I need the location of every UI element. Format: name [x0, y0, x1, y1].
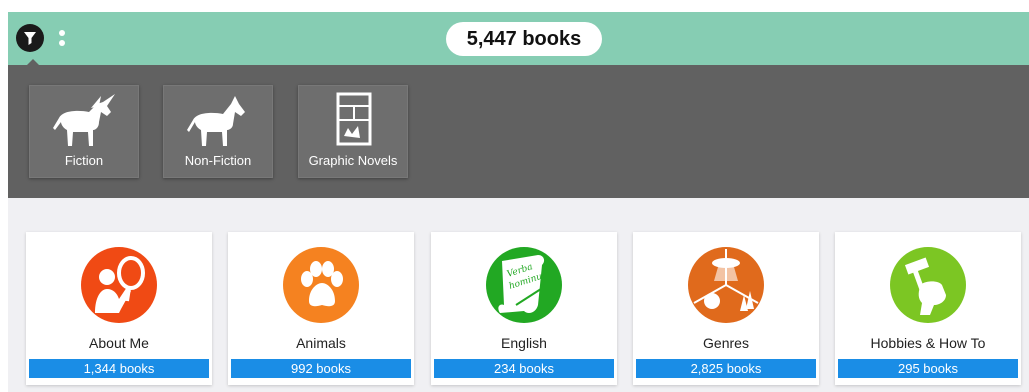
collection-english[interactable]: Verba hominum English 234 books: [431, 232, 617, 385]
genres-badge: [688, 247, 764, 323]
category-graphic-novels[interactable]: Graphic Novels: [298, 85, 408, 178]
paw-icon: [301, 261, 343, 307]
more-options-button[interactable]: [56, 28, 68, 50]
comic-panel-icon: [336, 92, 372, 146]
collection-title: Animals: [296, 335, 346, 351]
top-bar: 5,447 books: [8, 12, 1029, 65]
collection-genres[interactable]: Genres 2,825 books: [633, 232, 819, 385]
more-dot: [59, 40, 65, 46]
total-books-count: 5,447 books: [446, 22, 602, 56]
collection-title: Hobbies & How To: [870, 335, 986, 351]
category-fiction[interactable]: Fiction: [29, 85, 139, 178]
collection-hobbies-how-to[interactable]: Hobbies & How To 295 books: [835, 232, 1021, 385]
category-label: Non-Fiction: [184, 153, 252, 168]
hobbies-badge: [890, 247, 966, 323]
hammer-fist-icon: [904, 257, 946, 315]
english-badge: Verba hominum: [486, 247, 562, 323]
more-dot: [59, 30, 65, 36]
collection-title: English: [501, 335, 547, 351]
category-label: Fiction: [64, 153, 104, 168]
category-non-fiction[interactable]: Non-Fiction: [163, 85, 273, 178]
app-frame: 5,447 books Fiction Non-Fiction Graphic …: [8, 12, 1029, 392]
unicorn-icon: [53, 94, 115, 146]
scroll-quill-icon: Verba hominum: [498, 255, 552, 313]
horse-icon: [187, 96, 245, 146]
genres-collage-icon: [693, 249, 759, 311]
collection-about-me[interactable]: About Me 1,344 books: [26, 232, 212, 385]
collection-count: 295 books: [838, 359, 1018, 378]
category-label: Graphic Novels: [308, 153, 398, 168]
collection-animals[interactable]: Animals 992 books: [228, 232, 414, 385]
filter-button[interactable]: [16, 24, 44, 52]
collection-count: 2,825 books: [636, 359, 816, 378]
animals-badge: [283, 247, 359, 323]
collection-title: About Me: [89, 335, 149, 351]
collection-count: 992 books: [231, 359, 411, 378]
about-me-badge: [81, 247, 157, 323]
category-bar: Fiction Non-Fiction Graphic Novels: [8, 65, 1029, 198]
collections-area: About Me 1,344 books Animals 992 books V…: [8, 198, 1029, 392]
collection-title: Genres: [703, 335, 749, 351]
mirror-person-icon: [95, 256, 145, 313]
collection-count: 234 books: [434, 359, 614, 378]
funnel-icon: [24, 32, 36, 45]
collection-count: 1,344 books: [29, 359, 209, 378]
